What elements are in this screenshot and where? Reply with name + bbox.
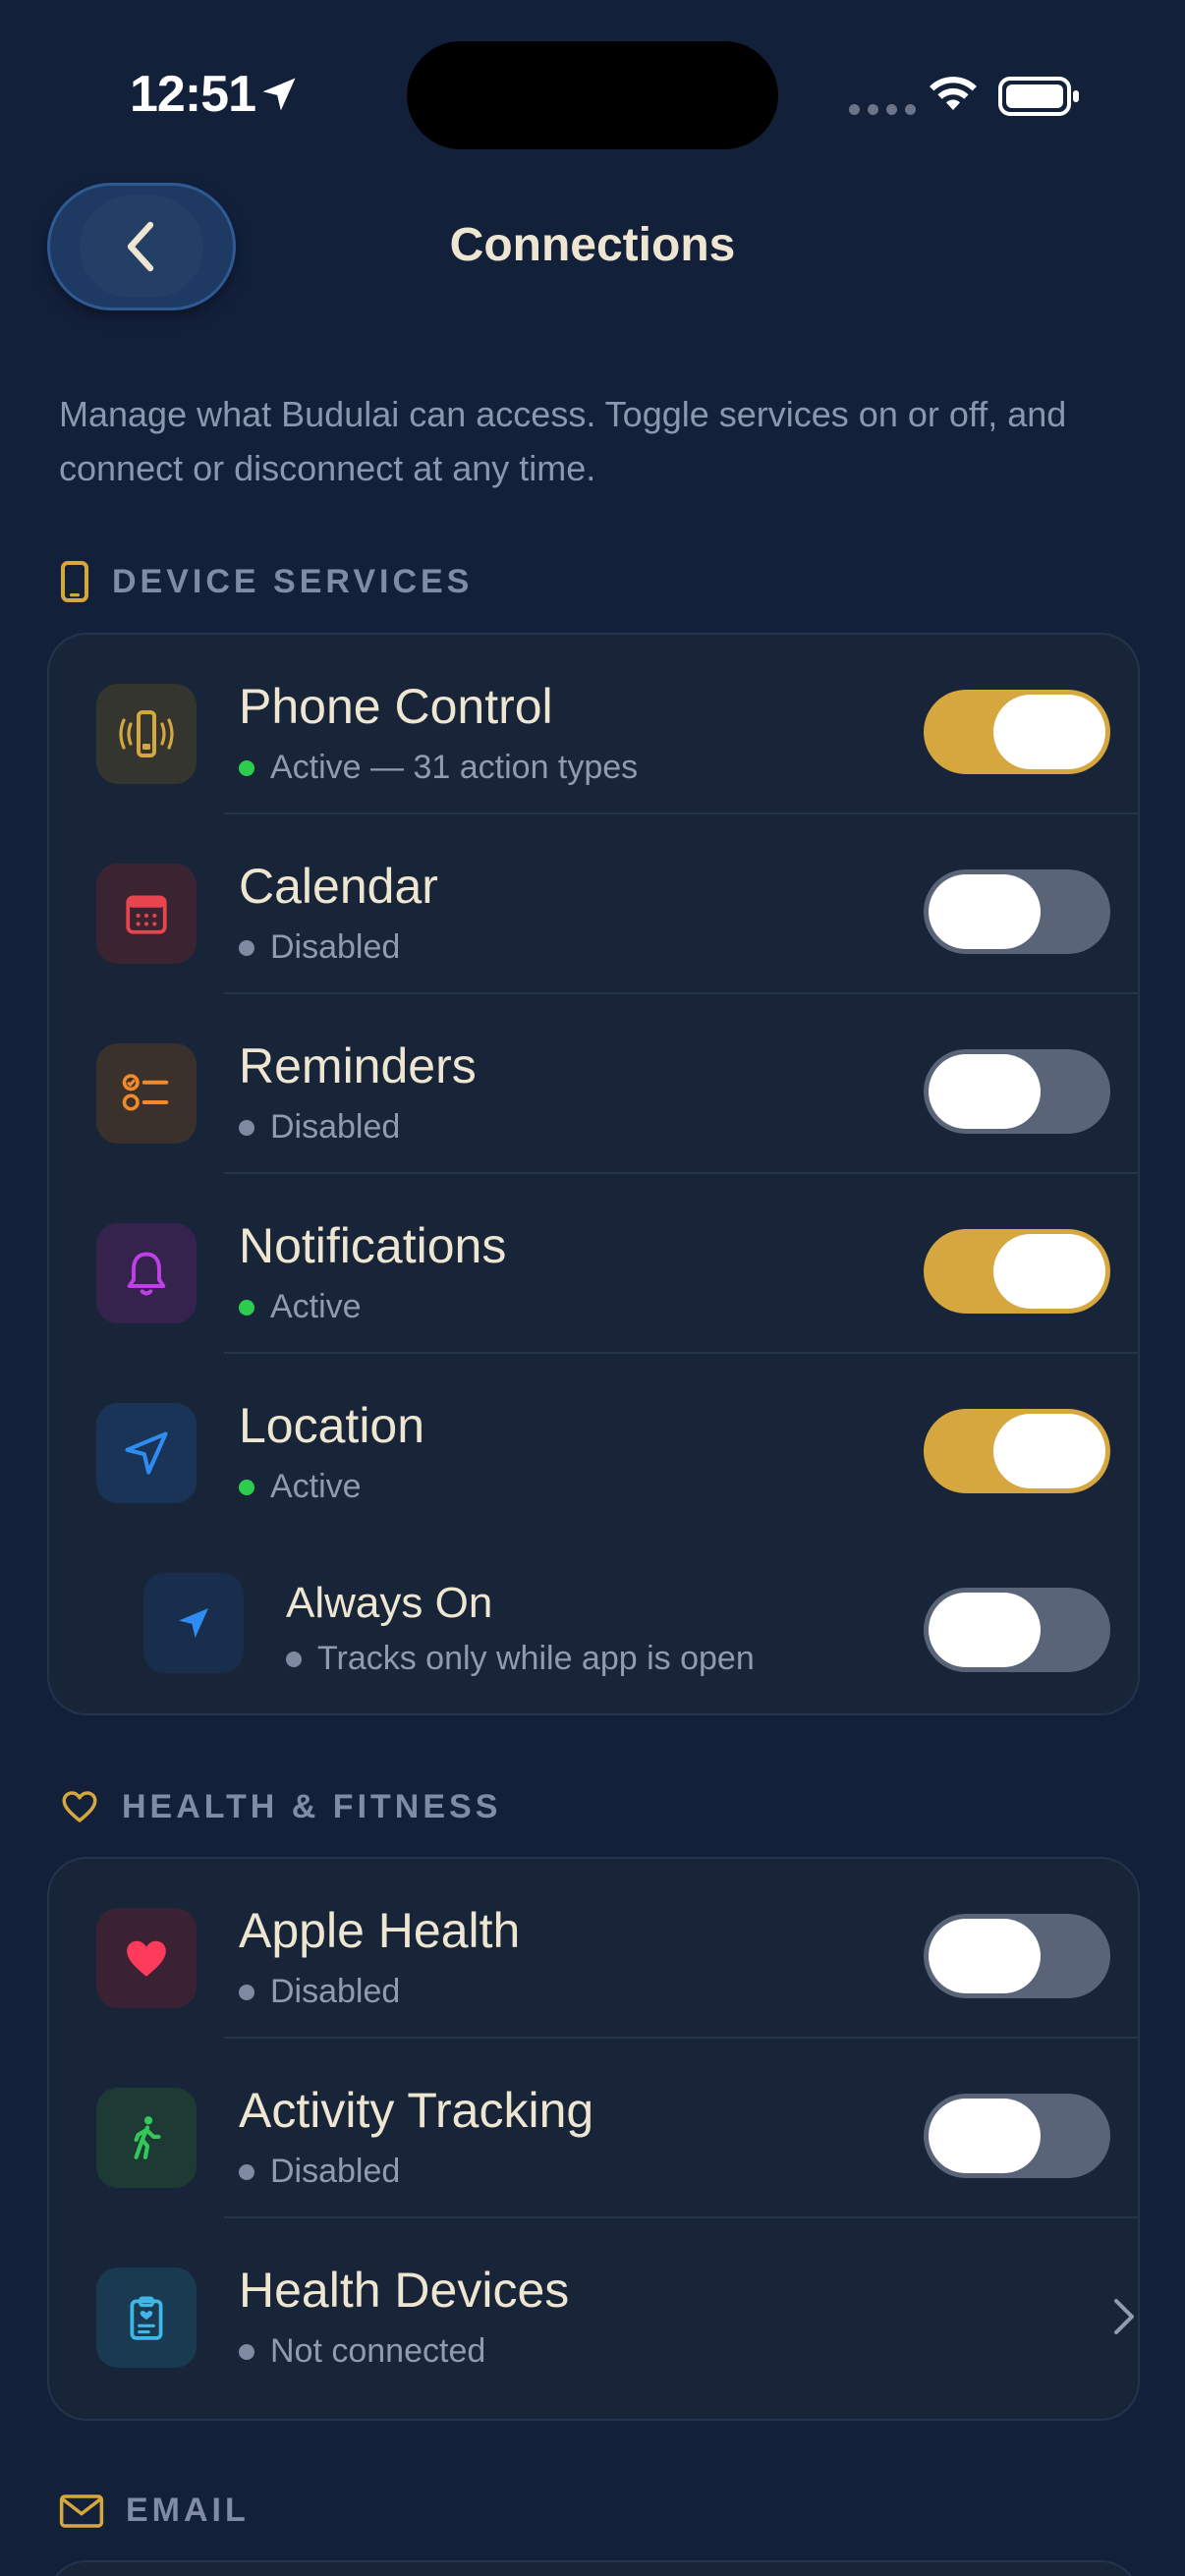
clipboard-icon [96, 2268, 197, 2368]
item-title: Notifications [239, 1218, 507, 1273]
item-title: Phone Control [239, 679, 553, 734]
phone-icon [61, 561, 88, 602]
phone-control-toggle[interactable] [924, 690, 1110, 774]
location-toggle[interactable] [924, 1409, 1110, 1493]
list-item-reminders: Reminders Disabled [49, 994, 1138, 1174]
heart-icon [96, 1908, 197, 2008]
item-status: Disabled [239, 2153, 400, 2191]
list-item-always-on: Always On Tracks only while app is open [49, 1534, 1138, 1713]
list-item-notifications: Notifications Active [49, 1174, 1138, 1354]
item-status: Disabled [239, 928, 400, 967]
section-label: EMAIL [126, 2492, 250, 2529]
calendar-icon [96, 864, 197, 964]
cellular-signal-icon [849, 104, 916, 115]
section-label: DEVICE SERVICES [112, 562, 474, 600]
status-text: Active [270, 1468, 362, 1505]
item-title: Health Devices [239, 2263, 570, 2318]
status-dot [239, 1984, 254, 2000]
item-status: Disabled [239, 1973, 400, 2011]
item-title: Reminders [239, 1038, 477, 1093]
status-text: Tracks only while app is open [317, 1640, 755, 1677]
list-item-health-devices[interactable]: Health Devices Not connected [49, 2218, 1138, 2419]
heart-outline-icon [62, 1791, 97, 1822]
status-dot [239, 2163, 254, 2180]
status-dot [239, 1119, 254, 1136]
apple-health-toggle[interactable] [924, 1914, 1110, 1998]
status-dot [239, 939, 254, 956]
status-dot [239, 2343, 254, 2360]
checklist-icon [96, 1043, 197, 1144]
status-text: Active — 31 action types [270, 749, 639, 786]
section-header-device-services: DEVICE SERVICES [59, 560, 473, 603]
device-services-card: Phone Control Active — 31 action types C… [47, 633, 1140, 1715]
location-services-icon [262, 78, 296, 111]
status-text: Disabled [270, 1973, 401, 2010]
list-item-calendar: Calendar Disabled [49, 814, 1138, 994]
activity-tracking-toggle[interactable] [924, 2094, 1110, 2178]
list-item-activity-tracking: Activity Tracking Disabled [49, 2039, 1138, 2218]
dynamic-island [407, 41, 778, 149]
location-arrow-icon [96, 1403, 197, 1503]
item-title: Calendar [239, 859, 438, 914]
section-header-health-fitness: HEALTH & FITNESS [59, 1786, 501, 1827]
calendar-toggle[interactable] [924, 869, 1110, 954]
bell-icon [96, 1223, 197, 1323]
reminders-toggle[interactable] [924, 1049, 1110, 1134]
item-status: Active [239, 1288, 362, 1326]
status-time: 12:51 [130, 66, 256, 123]
status-text: Disabled [270, 928, 401, 966]
phone-vibrate-icon [96, 684, 197, 784]
status-dot [239, 1479, 254, 1495]
list-item-phone-control: Phone Control Active — 31 action types [49, 635, 1138, 814]
always-on-toggle[interactable] [924, 1588, 1110, 1672]
intro-text: Manage what Budulai can access. Toggle s… [59, 394, 1067, 488]
chevron-right-icon [1114, 2299, 1134, 2334]
walking-icon [96, 2088, 197, 2188]
status-bar: 12:51 [0, 0, 1185, 187]
section-label: HEALTH & FITNESS [122, 1787, 502, 1825]
status-dot [239, 759, 254, 776]
item-status: Tracks only while app is open [286, 1640, 755, 1678]
location-fill-icon [143, 1573, 244, 1673]
wifi-icon [930, 77, 977, 110]
item-title: Activity Tracking [239, 2083, 594, 2138]
item-title: Location [239, 1398, 425, 1453]
status-dot [286, 1651, 302, 1667]
item-status: Active — 31 action types [239, 749, 638, 787]
page-title: Connections [449, 219, 736, 271]
item-title: Apple Health [239, 1903, 521, 1958]
section-header-email: EMAIL [59, 2492, 250, 2530]
battery-icon [998, 77, 1079, 116]
envelope-icon [59, 2493, 104, 2528]
notifications-toggle[interactable] [924, 1229, 1110, 1314]
item-status: Disabled [239, 1108, 400, 1147]
item-title: Always On [286, 1579, 493, 1627]
item-status: Active [239, 1468, 362, 1506]
item-status: Not connected [239, 2332, 485, 2371]
status-text: Not connected [270, 2332, 486, 2370]
status-text: Disabled [270, 2153, 401, 2190]
list-item-apple-health: Apple Health Disabled [49, 1859, 1138, 2039]
list-item-location: Location Active [49, 1354, 1138, 1534]
status-text: Disabled [270, 1108, 401, 1146]
health-fitness-card: Apple Health Disabled Activity Tracking … [47, 1857, 1140, 2421]
email-card [47, 2560, 1140, 2576]
status-dot [239, 1299, 254, 1316]
status-text: Active [270, 1288, 362, 1325]
